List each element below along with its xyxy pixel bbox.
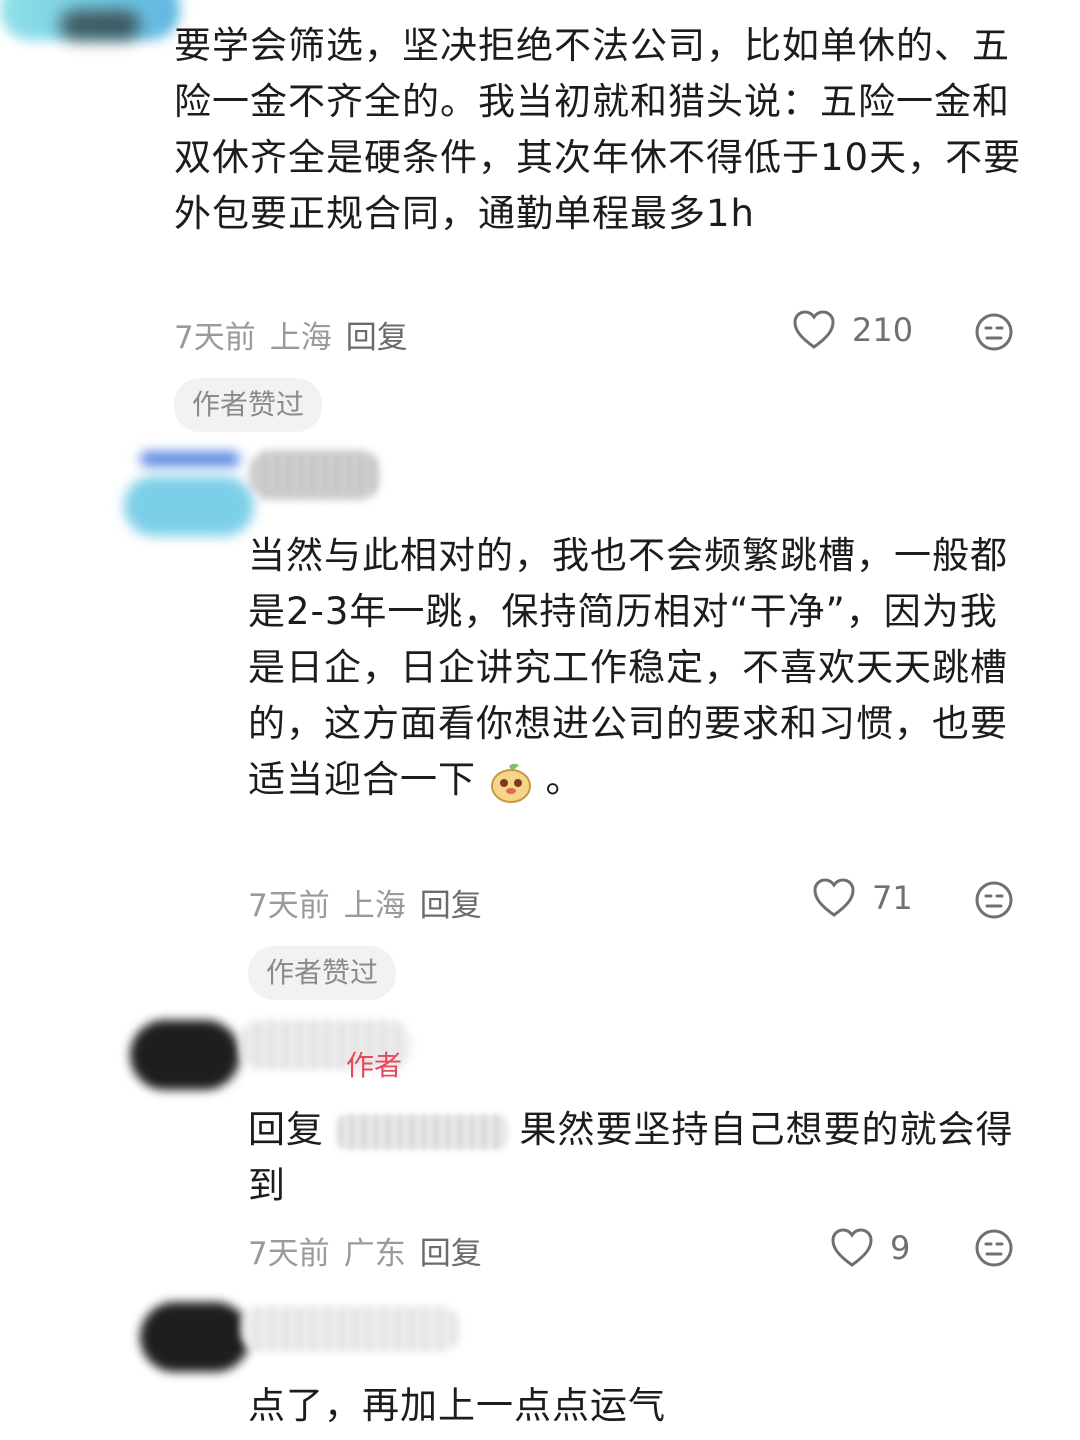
meh-face-icon[interactable]: [974, 1228, 1014, 1268]
heart-outline-icon: [813, 878, 855, 917]
like-button[interactable]: 9: [830, 1228, 910, 1268]
author-tag: 作者: [346, 1049, 403, 1082]
meh-face-icon[interactable]: [974, 312, 1014, 352]
comment-location: 广东: [343, 1236, 406, 1272]
avatar[interactable]: [60, 10, 140, 40]
cartoon-face-sticker: [489, 760, 533, 804]
comment-location: 上海: [343, 888, 406, 924]
reply-button[interactable]: 回复: [420, 1228, 482, 1273]
comment-text: 要学会筛选，坚决拒绝不法公司，比如单休的、五险一金不齐全的。我当初就和猎头说：五…: [174, 24, 1022, 235]
heart-outline-icon: [793, 310, 835, 349]
comment-meta: 7天前 广东 回复: [248, 1228, 482, 1273]
comment-location: 上海: [269, 320, 332, 356]
like-button[interactable]: 210: [792, 310, 913, 350]
avatar[interactable]: [130, 1020, 240, 1090]
meh-face-icon[interactable]: [974, 880, 1014, 920]
comment-meta: 7天前 上海 回复: [248, 880, 482, 925]
comment-time: 7天前: [174, 320, 256, 356]
comment-time: 7天前: [248, 888, 330, 924]
reply-button[interactable]: 回复: [346, 312, 408, 357]
reply-prefix: 回复: [248, 1108, 324, 1151]
like-count: 9: [890, 1229, 911, 1267]
author-liked-badge: 作者赞过: [174, 378, 323, 432]
comment-time: 7天前: [248, 1236, 330, 1272]
comment-text: 回复 果然要坚持自己想要的就会得到: [248, 1108, 1014, 1207]
username[interactable]: [250, 450, 380, 500]
mentioned-username[interactable]: [336, 1113, 507, 1150]
avatar[interactable]: [140, 452, 240, 466]
heart-outline-icon: [831, 1228, 873, 1267]
avatar[interactable]: [124, 476, 254, 536]
like-button[interactable]: 71: [812, 878, 913, 918]
avatar[interactable]: [140, 1302, 250, 1372]
comment-text: 点了，再加上一点点运气: [248, 1384, 666, 1427]
like-count: 210: [852, 311, 914, 349]
reply-button[interactable]: 回复: [420, 880, 482, 925]
comment-meta: 7天前 上海 回复: [174, 312, 408, 357]
comment-text: 当然与此相对的，我也不会频繁跳槽，一般都是2-3年一跳，保持简历相对“干净”，因…: [248, 528, 1028, 808]
like-count: 71: [872, 879, 913, 917]
username[interactable]: [240, 1306, 460, 1352]
author-liked-badge: 作者赞过: [248, 946, 397, 1000]
